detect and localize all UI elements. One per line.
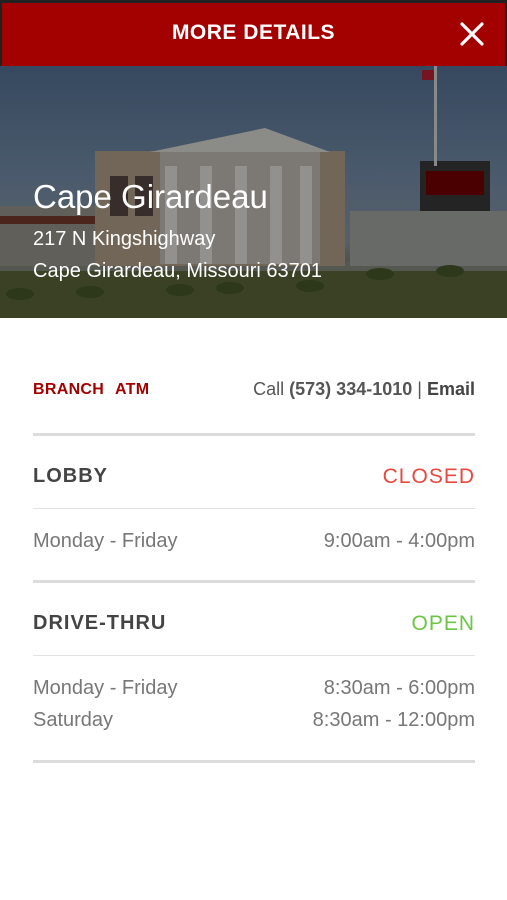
page-title: MORE DETAILS xyxy=(171,21,336,44)
hours-day: Saturday xyxy=(33,709,114,731)
hours-day: Monday - Friday xyxy=(33,677,178,699)
phone-link[interactable]: (573) 334-1010 xyxy=(289,379,412,399)
branch-name: Cape Girardeau xyxy=(33,178,268,215)
hours-row: Saturday 8:30am - 12:00pm xyxy=(33,709,475,741)
drive-thru-hours: Monday - Friday 8:30am - 6:00pm Saturday… xyxy=(33,656,475,763)
hours-row: Monday - Friday 9:00am - 4:00pm xyxy=(33,530,475,562)
lobby-title: LOBBY xyxy=(33,465,108,487)
hours-time: 8:30am - 12:00pm xyxy=(312,709,475,731)
header-bar: MORE DETAILS xyxy=(0,0,507,66)
lobby-status: CLOSED xyxy=(382,465,475,488)
lobby-hours: Monday - Friday 9:00am - 4:00pm xyxy=(33,509,475,583)
branch-hero: Cape Girardeau 217 N Kingshighway Cape G… xyxy=(0,66,507,318)
hours-day: Monday - Friday xyxy=(33,530,178,552)
contact-info: Call (573) 334-1010 | Email xyxy=(253,379,475,400)
drive-thru-header: DRIVE-THRU OPEN xyxy=(33,583,475,656)
hours-time: 8:30am - 6:00pm xyxy=(323,677,475,699)
drive-thru-title: DRIVE-THRU xyxy=(33,612,167,634)
atm-tag: ATM xyxy=(115,381,150,398)
address-line-2: Cape Girardeau, Missouri 63701 xyxy=(33,260,323,282)
close-icon xyxy=(460,22,484,46)
branch-tag: BRANCH xyxy=(33,381,105,398)
email-link[interactable]: Email xyxy=(427,379,475,399)
hours-time: 9:00am - 4:00pm xyxy=(323,530,475,552)
call-label: Call xyxy=(253,379,285,399)
hours-row: Monday - Friday 8:30am - 6:00pm xyxy=(33,677,475,709)
close-button[interactable] xyxy=(459,21,485,47)
details-screen: MORE DETAILS Cape Girardeau 217 N Kingsh… xyxy=(0,0,507,900)
lobby-header: LOBBY CLOSED xyxy=(33,436,475,509)
details-content: BRANCH ATM Call (573) 334-1010 | Email L… xyxy=(33,318,475,763)
drive-thru-status: OPEN xyxy=(411,612,475,635)
contact-separator: | xyxy=(417,379,422,399)
address-line-1: 217 N Kingshighway xyxy=(33,228,216,250)
service-and-contact-row: BRANCH ATM Call (573) 334-1010 | Email xyxy=(33,318,475,436)
